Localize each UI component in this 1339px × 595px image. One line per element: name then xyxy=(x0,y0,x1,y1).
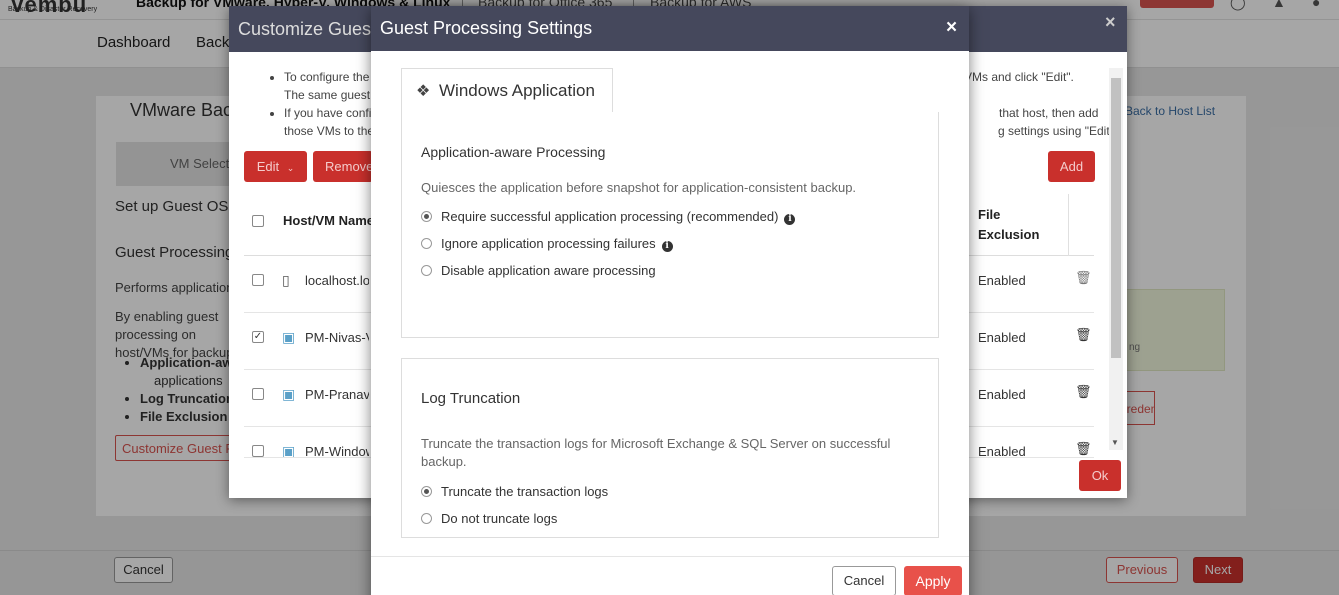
radio-button[interactable] xyxy=(421,211,432,222)
vm-icon: ▣ xyxy=(282,329,296,345)
instruction-text: those VMs to the xyxy=(284,124,375,138)
instruction-text: g settings using "Edit". xyxy=(998,124,1118,138)
modal-title: Guest Processing Settings xyxy=(380,18,593,38)
host-vm-name: PM-Windows-VM xyxy=(305,444,369,458)
radio-label: Truncate the transaction logs xyxy=(441,484,609,499)
section-title: Application-aware Processing xyxy=(421,144,606,160)
trash-icon[interactable]: 🗑 xyxy=(1075,327,1092,343)
column-header-host-vm: Host/VM Name xyxy=(283,213,373,228)
column-header-line: Exclusion xyxy=(978,227,1040,242)
instruction-text: VMs and click "Edit". xyxy=(964,70,1074,84)
host-vm-name: PM-Pranav-VM xyxy=(305,387,369,402)
scrollbar-thumb[interactable] xyxy=(1111,78,1121,358)
select-all-checkbox[interactable] xyxy=(252,215,264,227)
file-exclusion-status: Enabled xyxy=(978,330,1026,345)
modal-header: Guest Processing Settings × xyxy=(371,6,969,51)
trash-icon[interactable]: 🗑 xyxy=(1075,270,1092,286)
application-aware-panel: Application-aware Processing Quiesces th… xyxy=(401,112,939,338)
guest-processing-settings-modal: Guest Processing Settings × ❖ Windows Ap… xyxy=(371,6,969,595)
instruction-text: To configure the xyxy=(284,70,370,84)
scrollbar[interactable]: ▼ xyxy=(1109,68,1123,450)
tab-windows-application[interactable]: ❖ Windows Application xyxy=(401,68,613,113)
close-icon[interactable]: × xyxy=(1105,12,1116,33)
trash-icon[interactable]: 🗑 xyxy=(1075,441,1092,457)
scroll-down-icon[interactable]: ▼ xyxy=(1111,438,1119,447)
log-truncation-panel: Log Truncation Truncate the transaction … xyxy=(401,358,939,538)
vm-icon: ▣ xyxy=(282,386,296,402)
add-button[interactable]: Add xyxy=(1048,151,1095,182)
cubes-icon: ❖ xyxy=(416,83,431,100)
section-description: Quiesces the application before snapshot… xyxy=(421,180,857,195)
apply-button[interactable]: Apply xyxy=(904,566,962,595)
ok-button[interactable]: Ok xyxy=(1079,460,1121,491)
info-icon[interactable]: i xyxy=(661,241,673,252)
column-header-file-exclusion: File Exclusion xyxy=(978,205,1039,245)
row-checkbox[interactable] xyxy=(252,388,264,400)
file-exclusion-status: Enabled xyxy=(978,273,1026,288)
info-icon[interactable]: i xyxy=(784,214,796,225)
divider xyxy=(371,556,969,557)
radio-button[interactable] xyxy=(421,265,432,276)
close-icon[interactable]: × xyxy=(946,17,957,39)
instruction-text: that host, then add xyxy=(999,106,1099,120)
section-description: Truncate the transaction logs for Micros… xyxy=(421,436,891,469)
radio-label: Disable application aware processing xyxy=(441,263,656,278)
file-exclusion-status: Enabled xyxy=(978,387,1026,402)
radio-button[interactable] xyxy=(421,513,432,524)
host-vm-name: localhost.localdomain xyxy=(305,273,369,288)
edit-button-label: Edit xyxy=(256,159,280,174)
file-exclusion-status: Enabled xyxy=(978,444,1026,458)
host-vm-name: PM-Nivas-VM xyxy=(305,330,369,345)
radio-button[interactable] xyxy=(421,486,432,497)
remove-button[interactable]: Remove xyxy=(313,151,373,182)
column-header-line: File xyxy=(978,207,1001,222)
chevron-down-icon: ⌄ xyxy=(286,163,295,173)
section-title: Log Truncation xyxy=(421,390,521,407)
vm-icon: ▣ xyxy=(282,443,296,458)
row-checkbox[interactable]: ✓ xyxy=(252,331,264,343)
radio-label: Require successful application processin… xyxy=(441,209,796,225)
edit-button[interactable]: Edit ⌄ xyxy=(244,151,307,182)
row-checkbox[interactable] xyxy=(252,274,264,286)
cancel-button[interactable]: Cancel xyxy=(832,566,896,595)
radio-label: Do not truncate logs xyxy=(441,511,558,526)
radio-button[interactable] xyxy=(421,238,432,249)
radio-label: Ignore application processing failures i xyxy=(441,236,673,252)
divider xyxy=(1068,194,1069,256)
instruction-text: The same guest xyxy=(284,88,371,102)
tab-label: Windows Application xyxy=(439,81,595,100)
trash-icon[interactable]: 🗑 xyxy=(1075,384,1092,400)
row-checkbox[interactable] xyxy=(252,445,264,457)
server-icon: ▯ xyxy=(282,272,290,288)
